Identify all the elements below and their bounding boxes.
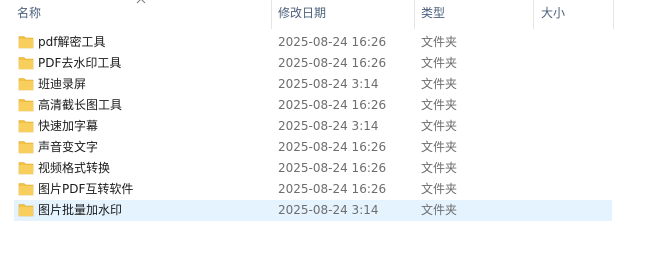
file-row[interactable]: 高清截长图工具 2025-08-24 16:26 文件夹 (14, 95, 612, 116)
file-modified-date: 2025-08-24 16:26 (278, 182, 387, 196)
file-name: 声音变文字 (38, 140, 99, 154)
file-type: 文件夹 (421, 77, 458, 91)
file-row[interactable]: 视频格式转换 2025-08-24 16:26 文件夹 (14, 158, 612, 179)
file-row-selected[interactable]: 图片批量加水印 2025-08-24 3:14 文件夹 (14, 200, 612, 221)
file-name: 视频格式转换 (38, 161, 111, 175)
file-type: 文件夹 (421, 182, 458, 196)
file-name: 快速加字幕 (38, 119, 99, 133)
file-row[interactable]: 声音变文字 2025-08-24 16:26 文件夹 (14, 137, 612, 158)
file-type: 文件夹 (421, 161, 458, 175)
column-divider[interactable] (271, 0, 272, 29)
file-type: 文件夹 (421, 35, 458, 49)
file-type: 文件夹 (421, 119, 458, 133)
folder-icon (18, 183, 34, 196)
column-divider[interactable] (533, 0, 534, 29)
file-row[interactable]: 快速加字幕 2025-08-24 3:14 文件夹 (14, 116, 612, 137)
file-row[interactable]: PDF去水印工具 2025-08-24 16:26 文件夹 (14, 53, 612, 74)
file-modified-date: 2025-08-24 3:14 (278, 203, 379, 217)
file-modified-date: 2025-08-24 3:14 (278, 77, 379, 91)
file-modified-date: 2025-08-24 16:26 (278, 56, 387, 70)
folder-icon (18, 204, 34, 217)
file-row[interactable]: pdf解密工具 2025-08-24 16:26 文件夹 (14, 32, 612, 53)
column-header-bar: 名称 修改日期 类型 大小 (0, 0, 652, 29)
file-modified-date: 2025-08-24 3:14 (278, 119, 379, 133)
folder-icon (18, 162, 34, 175)
file-type: 文件夹 (421, 98, 458, 112)
file-name: 图片批量加水印 (38, 203, 123, 217)
column-divider[interactable] (613, 0, 614, 29)
folder-icon (18, 36, 34, 49)
file-modified-date: 2025-08-24 16:26 (278, 161, 387, 175)
file-name: 图片PDF互转软件 (38, 182, 134, 196)
column-header-size[interactable]: 大小 (541, 0, 613, 29)
file-name: 高清截长图工具 (38, 98, 123, 112)
column-divider[interactable] (414, 0, 415, 29)
column-header-name[interactable]: 名称 (17, 0, 271, 29)
folder-icon (18, 141, 34, 154)
folder-icon (18, 120, 34, 133)
file-name: PDF去水印工具 (38, 56, 122, 70)
folder-icon (18, 57, 34, 70)
file-name: pdf解密工具 (38, 35, 106, 49)
file-type: 文件夹 (421, 140, 458, 154)
file-name: 班迪录屏 (38, 77, 87, 91)
folder-icon (18, 99, 34, 112)
folder-icon (18, 78, 34, 91)
file-row[interactable]: 图片PDF互转软件 2025-08-24 16:26 文件夹 (14, 179, 612, 200)
file-type: 文件夹 (421, 203, 458, 217)
file-modified-date: 2025-08-24 16:26 (278, 35, 387, 49)
file-row[interactable]: 班迪录屏 2025-08-24 3:14 文件夹 (14, 74, 612, 95)
file-modified-date: 2025-08-24 16:26 (278, 98, 387, 112)
file-type: 文件夹 (421, 56, 458, 70)
column-header-type[interactable]: 类型 (421, 0, 533, 29)
file-modified-date: 2025-08-24 16:26 (278, 140, 387, 154)
column-header-date[interactable]: 修改日期 (278, 0, 414, 29)
